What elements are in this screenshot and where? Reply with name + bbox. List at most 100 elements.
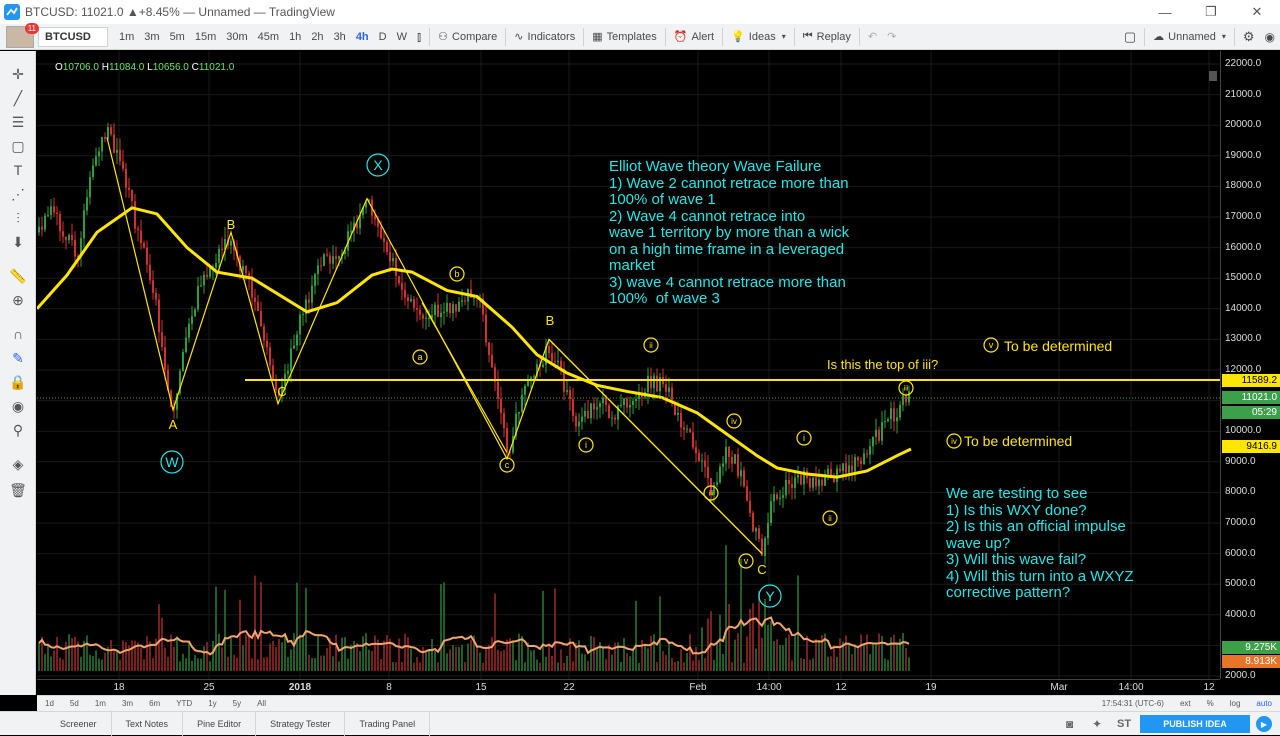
indicators-button[interactable]: ∿ Indicators <box>509 24 580 50</box>
percent-toggle[interactable]: % <box>1199 699 1222 708</box>
volume-bar <box>725 545 727 671</box>
maximize-button[interactable]: ❐ <box>1188 0 1234 24</box>
publish-play-icon[interactable]: ▶ <box>1256 716 1272 732</box>
alert-button[interactable]: ⏰ Alert <box>669 24 719 50</box>
eye-icon[interactable]: ◉ <box>9 397 27 415</box>
redo-button[interactable]: ↷ <box>882 24 901 50</box>
chart-style-icon[interactable]: ⫾ <box>412 24 426 50</box>
line-price-label: 11589.2 <box>1222 374 1280 387</box>
iv-tbd-label[interactable]: To be determined <box>964 433 1072 449</box>
interval-1h[interactable]: 1h <box>284 24 306 50</box>
range-5d[interactable]: 5d <box>62 699 87 708</box>
interval-D[interactable]: D <box>374 24 392 50</box>
volume-bar <box>557 662 559 671</box>
trash-icon[interactable]: 🗑 <box>9 481 27 499</box>
testing-annotation[interactable]: We are testing to see 1) Is this WXY don… <box>946 485 1134 602</box>
volume-bar <box>299 634 301 671</box>
range-1y[interactable]: 1y <box>200 699 224 708</box>
camera-icon[interactable]: ◙ <box>1066 717 1073 731</box>
volume-bar <box>521 636 523 671</box>
volume-bar <box>830 656 832 671</box>
v-tbd-label[interactable]: To be determined <box>1004 338 1112 354</box>
interval-2h[interactable]: 2h <box>306 24 328 50</box>
theory-annotation[interactable]: Elliot Wave theory Wave Failure 1) Wave … <box>609 158 849 308</box>
candle-body <box>611 417 613 419</box>
interval-3h[interactable]: 3h <box>329 24 351 50</box>
axis-menu-icon[interactable] <box>1209 71 1217 81</box>
interval-W[interactable]: W <box>392 24 412 50</box>
publish-idea-button[interactable]: PUBLISH IDEA <box>1140 715 1250 733</box>
top-question-label[interactable]: Is this the top of iii? <box>827 357 938 372</box>
candle-body <box>758 528 760 539</box>
range-ytd[interactable]: YTD <box>168 699 200 708</box>
tab-strategy-tester[interactable]: Strategy Tester <box>256 711 346 736</box>
snapshot-button[interactable]: ◉ <box>1260 24 1280 50</box>
time-axis[interactable]: 18 25 2018 8 15 22 Feb 14:00 12 19 Mar 14:00 12 <box>37 679 1220 695</box>
shapes-icon[interactable]: ▢ <box>9 137 27 155</box>
candle-body <box>86 197 88 211</box>
tab-pine-editor[interactable]: Pine Editor <box>183 711 257 736</box>
avatar[interactable]: 11 <box>6 22 39 48</box>
candle-body <box>491 355 493 368</box>
candle-body <box>899 404 901 418</box>
compare-label: Compare <box>452 30 498 43</box>
magnet-icon[interactable]: ∩ <box>9 325 27 343</box>
prediction-tool-icon[interactable]: ⫶ <box>9 209 27 227</box>
twitter-icon[interactable]: ✦ <box>1092 717 1102 731</box>
volume-bar <box>623 638 625 671</box>
log-toggle[interactable]: log <box>1222 699 1249 708</box>
range-6m[interactable]: 6m <box>141 699 168 708</box>
fib-tool-icon[interactable]: ☰ <box>9 113 27 131</box>
tab-screener[interactable]: Screener <box>46 711 112 736</box>
settings-button[interactable]: ⚙ <box>1238 24 1260 50</box>
range-1d[interactable]: 1d <box>37 699 62 708</box>
interval-15m[interactable]: 15m <box>190 24 221 50</box>
undo-button[interactable]: ↶ <box>863 24 882 50</box>
candle-body <box>686 428 688 430</box>
range-3m[interactable]: 3m <box>114 699 141 708</box>
interval-5m[interactable]: 5m <box>165 24 190 50</box>
crosshair-icon[interactable]: ✛ <box>9 65 27 83</box>
candle-body <box>92 165 94 178</box>
auto-toggle[interactable]: auto <box>1248 699 1280 708</box>
pattern-tool-icon[interactable]: ⋰ <box>9 185 27 203</box>
zoom-icon[interactable]: ⊕ <box>9 291 27 309</box>
candle-body <box>782 495 784 498</box>
ext-toggle[interactable]: ext <box>1172 699 1199 708</box>
layout-button[interactable]: ☁ Unnamed ▾ <box>1148 24 1231 50</box>
volume-bar <box>47 645 49 671</box>
ruler-icon[interactable]: 📏 <box>9 267 27 285</box>
fullscreen-button[interactable]: ▢ <box>1119 24 1141 50</box>
candle-body <box>350 230 352 232</box>
trend-line-icon[interactable]: ╱ <box>9 89 27 107</box>
interval-45m[interactable]: 45m <box>253 24 284 50</box>
candle-body <box>704 460 706 467</box>
interval-3m[interactable]: 3m <box>139 24 164 50</box>
candle-body <box>458 301 460 312</box>
replay-button[interactable]: ⏮ Replay <box>798 24 856 50</box>
range-5y[interactable]: 5y <box>225 699 249 708</box>
volume-bar <box>893 634 895 671</box>
arrow-down-icon[interactable]: ⬇ <box>9 233 27 251</box>
link-icon[interactable]: ⚲ <box>9 421 27 439</box>
templates-button[interactable]: ▦ Templates <box>587 24 662 50</box>
lock-icon[interactable]: 🔒 <box>9 373 27 391</box>
compare-button[interactable]: ⚇ Compare <box>433 24 502 50</box>
tab-trading-panel[interactable]: Trading Panel <box>345 711 431 736</box>
stay-drawing-icon[interactable]: ✎ <box>9 349 27 367</box>
ideas-button[interactable]: 💡 Ideas ▾ <box>726 24 791 50</box>
range-1m[interactable]: 1m <box>87 699 114 708</box>
range-all[interactable]: All <box>249 699 274 708</box>
interval-1m[interactable]: 1m <box>114 24 139 50</box>
tab-text-notes[interactable]: Text Notes <box>112 711 184 736</box>
minimize-button[interactable]: — <box>1142 0 1188 24</box>
text-tool-icon[interactable]: T <box>9 161 27 179</box>
price-axis[interactable]: 2000.0 4000.0 5000.0 6000.0 7000.0 8000.0 9000… <box>1209 51 1280 681</box>
close-button[interactable]: ✕ <box>1234 0 1280 24</box>
interval-4h[interactable]: 4h <box>351 24 374 50</box>
volume-bar <box>593 636 595 671</box>
stocktwits-button[interactable]: ST <box>1117 718 1131 730</box>
layers-icon[interactable]: ◈ <box>9 455 27 473</box>
symbol-search-input[interactable]: BTCUSD <box>38 26 108 47</box>
interval-30m[interactable]: 30m <box>221 24 252 50</box>
